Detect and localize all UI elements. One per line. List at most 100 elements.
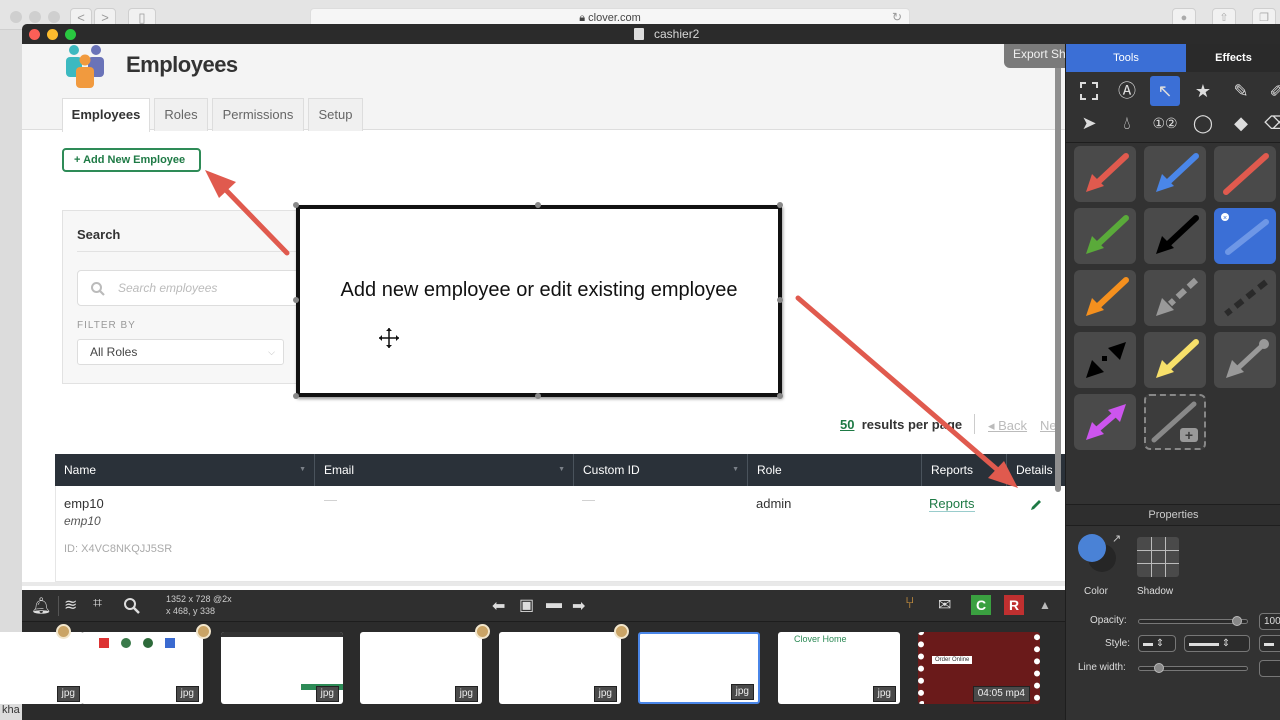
arrow-style-select[interactable]: ▬ — [1259, 635, 1280, 652]
selection-rect-icon[interactable] — [1074, 76, 1104, 106]
reports-link[interactable]: Reports — [929, 496, 975, 512]
resize-handle[interactable] — [293, 393, 299, 399]
preset-yellow-arrow[interactable] — [1144, 332, 1206, 388]
callout-icon[interactable]: Ⓐ — [1112, 76, 1142, 106]
preset-dashed-line[interactable] — [1214, 270, 1276, 326]
file-type-badge: jpg — [872, 686, 896, 702]
preset-black-arrow[interactable] — [1144, 208, 1206, 264]
share-fork-icon[interactable]: ⑂ — [905, 595, 915, 613]
resize-handle[interactable] — [777, 202, 783, 208]
resize-handle[interactable] — [777, 393, 783, 399]
thumbnail[interactable]: jpg — [360, 632, 482, 704]
thumbnail[interactable]: jpg — [221, 632, 343, 704]
line-style-select[interactable]: ▬▬▬ ⇕ — [1184, 635, 1250, 652]
resize-handle[interactable] — [535, 202, 541, 208]
back-page-link[interactable]: ◂ Back — [988, 418, 1027, 434]
column-header-role[interactable]: Role — [748, 454, 922, 486]
reload-icon[interactable]: ↻ — [892, 10, 902, 24]
tab-employees[interactable]: Employees — [62, 98, 150, 132]
resize-handle[interactable] — [293, 297, 299, 303]
zoom-button[interactable] — [65, 29, 76, 40]
shape-icon[interactable]: ◯ — [1188, 108, 1218, 138]
previous-arrow-icon[interactable]: ⬅ — [492, 596, 505, 616]
highlighter-icon[interactable]: ✐ — [1262, 76, 1280, 106]
pen-icon[interactable]: ✎ — [1226, 76, 1256, 106]
resize-handle[interactable] — [777, 297, 783, 303]
eraser-icon[interactable]: ⌫ — [1262, 108, 1280, 138]
preset-gray-dot-arrow[interactable] — [1214, 332, 1276, 388]
folder-icon[interactable]: ▬ — [546, 595, 562, 613]
resize-handle[interactable] — [535, 393, 541, 399]
tab-permissions[interactable]: Permissions — [212, 98, 304, 131]
preset-green-arrow[interactable] — [1074, 208, 1136, 264]
resize-handle[interactable] — [293, 202, 299, 208]
swap-color-icon[interactable]: ↗ — [1112, 532, 1121, 545]
bell-icon[interactable]: 🔔︎ — [31, 596, 51, 616]
line-width-field[interactable] — [1259, 660, 1280, 677]
export-button[interactable]: Export Shi — [1004, 44, 1066, 68]
add-preset-button[interactable]: + — [1144, 394, 1206, 450]
tab-setup[interactable]: Setup — [308, 98, 363, 131]
annotation-callout-box[interactable]: Add new employee or edit existing employ… — [296, 205, 782, 397]
tray-dropdown-icon[interactable]: ▣ — [519, 595, 534, 615]
arrow-tool-icon[interactable]: ↖ — [1150, 76, 1180, 106]
pointer-icon[interactable]: ➤ — [1074, 108, 1104, 138]
opacity-slider[interactable] — [1138, 616, 1248, 626]
crop-icon[interactable]: ⌗ — [93, 595, 102, 613]
minimize-button[interactable] — [47, 29, 58, 40]
browser-close-button[interactable] — [10, 11, 22, 23]
dashed-line-icon — [1224, 279, 1268, 317]
tab-effects[interactable]: Effects — [1186, 44, 1280, 72]
column-header-email[interactable]: Email ▼ — [315, 454, 574, 486]
background-window-edge — [0, 30, 22, 720]
browser-zoom-button[interactable] — [48, 11, 60, 23]
fill-icon[interactable]: ◆ — [1226, 108, 1256, 138]
per-page-select[interactable]: 50 — [840, 417, 854, 432]
preset-red-arrow[interactable] — [1074, 146, 1136, 202]
thumbnail[interactable]: jpg — [81, 632, 203, 704]
preset-purple-double-arrow[interactable] — [1074, 394, 1136, 450]
role-filter-select[interactable]: All Roles ⌵ — [77, 339, 284, 365]
thumbnail[interactable]: jpg — [0, 632, 84, 704]
record-icon[interactable]: R — [1004, 595, 1024, 615]
camtasia-icon[interactable]: C — [971, 595, 991, 615]
thumbnail-selected[interactable]: jpg — [638, 632, 760, 704]
tab-tools[interactable]: Tools — [1066, 44, 1186, 72]
close-button[interactable] — [29, 29, 40, 40]
torn-edge-icon[interactable]: ≋ — [64, 595, 77, 615]
tab-roles[interactable]: Roles — [154, 98, 208, 131]
page-scrollbar[interactable] — [1055, 44, 1061, 492]
preset-gray-dashed-arrow[interactable] — [1144, 270, 1206, 326]
opacity-field[interactable]: 100 — [1259, 613, 1280, 630]
table-row[interactable]: emp10 emp10 ID: X4VC8NKQJJ5SR — — admin … — [55, 486, 1065, 582]
opacity-slider-knob[interactable] — [1232, 616, 1243, 626]
column-header-custom-id[interactable]: Custom ID ▼ — [574, 454, 748, 486]
preset-black-double-arrow[interactable] — [1074, 332, 1136, 388]
preset-blue-line-selected[interactable]: × — [1214, 208, 1276, 264]
step-numbers-icon[interactable]: ①② — [1150, 108, 1180, 138]
line-width-slider-knob[interactable] — [1153, 663, 1164, 673]
zoom-icon[interactable] — [123, 597, 141, 615]
preset-blue-arrow[interactable] — [1144, 146, 1206, 202]
expand-up-icon[interactable]: ▲ — [1039, 598, 1051, 612]
mail-icon[interactable]: ✉ — [938, 595, 951, 615]
thumbnail[interactable]: Clover Home jpg — [778, 632, 900, 704]
shadow-picker[interactable] — [1137, 537, 1179, 577]
preset-orange-arrow[interactable] — [1074, 270, 1136, 326]
color-picker[interactable] — [1078, 534, 1106, 562]
line-width-slider[interactable] — [1138, 663, 1248, 673]
browser-minimize-button[interactable] — [29, 11, 41, 23]
next-arrow-icon[interactable]: ➡ — [572, 596, 585, 616]
thumbnail[interactable]: jpg — [499, 632, 621, 704]
preset-red-line[interactable] — [1214, 146, 1276, 202]
stamp-icon[interactable]: ★ — [1188, 76, 1218, 106]
add-new-employee-button[interactable]: + Add New Employee — [62, 148, 201, 172]
column-header-name[interactable]: Name ▼ — [55, 454, 315, 486]
line-cap-select[interactable]: ▬ ⇕ — [1138, 635, 1176, 652]
video-thumbnail[interactable]: Order Online 04:05 mp4 — [918, 632, 1040, 704]
dock-label: kha — [2, 704, 20, 716]
search-icon — [91, 282, 105, 296]
search-input[interactable]: Search employees — [77, 270, 307, 306]
blur-drop-icon[interactable]: 💧︎ — [1112, 108, 1142, 138]
pencil-icon[interactable] — [1029, 498, 1043, 512]
